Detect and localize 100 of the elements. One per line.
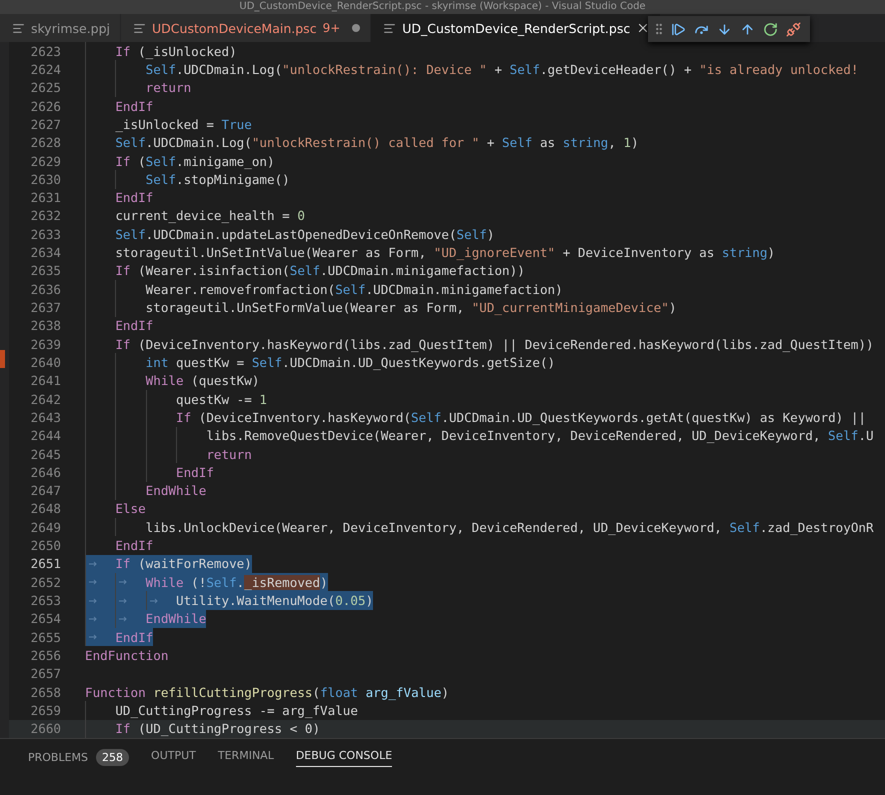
line-number: 2631 — [30, 190, 62, 206]
disconnect-icon — [786, 22, 801, 36]
line-number: 2656 — [30, 648, 62, 663]
code-line: EndIf — [85, 96, 154, 116]
window-title: UD_CustomDevice_RenderScript.psc - skyrimse (Workspace) - Visual Studio Code — [239, 1, 646, 13]
code-line: If (UD_CuttingProgress < 0) — [85, 720, 320, 738]
line-number: 2639 — [30, 336, 62, 352]
code-line: EndFunction — [85, 646, 168, 665]
line-number: 2627 — [30, 116, 62, 132]
step-out-icon — [740, 22, 755, 36]
tab-arrow-icon — [89, 634, 97, 640]
code-line: Self.UDCDmain.Log("unlockRestrain(): Device " + Self.getDeviceHeader() + "is already unlocked! — [85, 60, 858, 79]
file-icon — [133, 22, 146, 34]
line-number: 2655 — [30, 630, 62, 645]
line-number: 2640 — [30, 354, 62, 370]
line-number: 2643 — [30, 410, 62, 425]
code-line: Self.UDCDmain.updateLastOpenedDeviceOnRemove(Self) — [85, 225, 494, 244]
line-number: 2653 — [30, 593, 62, 608]
code-line: int questKw = Self.UDCDmain.UD_QuestKeywords.getSize() — [85, 353, 556, 372]
line-number: 2632 — [30, 208, 62, 224]
restart-icon — [763, 22, 778, 36]
code-line: If (Self.minigame_on) — [85, 152, 275, 170]
code-line: _isUnlocked = True — [85, 115, 252, 134]
line-number: 2645 — [30, 446, 62, 462]
code-line: EndIf — [85, 316, 154, 335]
code-line: storageutil.UnSetIntValue(Wearer as Form, "UD_ignoreEvent" + DeviceInventory as string) — [85, 243, 776, 262]
panel-tab[interactable]: DEBUG CONSOLE — [296, 745, 392, 767]
tab-arrow-icon — [119, 616, 128, 622]
error-marker — [0, 350, 5, 368]
code-line: questKw -= 1 — [85, 390, 267, 408]
problem-count: 9+ — [322, 21, 340, 35]
line-number: 2633 — [30, 226, 62, 242]
code-line: Function refillCuttingProgress(float arg_fValue) — [85, 684, 449, 702]
code-line: Self.UDCDmain.Log("unlockRestrain() called for " + Self as string, 1) — [85, 134, 639, 152]
code-line: EndWhile — [85, 482, 206, 500]
tab-label: UDCustomDeviceMain.psc — [152, 20, 317, 36]
line-number: 2626 — [30, 98, 62, 114]
panel-tab[interactable]: PROBLEMS 258 — [28, 745, 130, 771]
code-line: return — [85, 78, 192, 97]
tab-arrow-icon — [89, 579, 97, 586]
panel-tab-label: DEBUG CONSOLE — [296, 749, 392, 762]
line-number: 2642 — [30, 392, 62, 407]
line-number: 2623 — [30, 44, 62, 59]
line-number: 2660 — [30, 721, 62, 736]
code-line: libs.RemoveQuestDevice(Wearer, DeviceInventory, DeviceRendered, UD_DeviceKeyword, Self.U — [85, 426, 874, 445]
code-line: storageutil.UnSetFormValue(Wearer as Form, "UD_currentMinigameDevice") — [85, 298, 676, 317]
line-number: 2652 — [30, 574, 62, 590]
count-badge: 258 — [96, 749, 130, 766]
code-line: UD_CuttingProgress -= arg_fValue — [85, 701, 358, 720]
line-number: 2628 — [30, 135, 62, 150]
line-number: 2629 — [30, 154, 62, 169]
panel-tab[interactable]: OUTPUT — [151, 745, 196, 767]
code-line: libs.UnlockDevice(Wearer, DeviceInventory, DeviceRendered, UD_DeviceKeyword, Self.zad_DestroyOnR — [85, 518, 874, 536]
tab-arrow-icon — [150, 598, 158, 604]
code-line: Wearer.removefromfaction(Self.UDCDmain.minigamefaction) — [85, 280, 563, 298]
line-number: 2658 — [30, 684, 62, 700]
code-line: EndIf — [85, 463, 214, 482]
code-line: EndIf — [85, 536, 154, 555]
code-line: If (DeviceInventory.hasKeyword(Self.UDCDmain.UD_QuestKeywords.getAt(questKw) as Keyword) || — [85, 408, 866, 427]
line-number: 2651 — [30, 556, 62, 572]
line-number: 2644 — [30, 428, 62, 444]
tab-label: UD_CustomDevice_RenderScript.psc — [402, 20, 630, 36]
code-line: return — [85, 444, 252, 464]
line-number: 2646 — [30, 464, 62, 480]
tab-arrow-icon — [89, 598, 97, 604]
line-number: 2635 — [30, 263, 62, 278]
file-icon — [12, 22, 25, 34]
panel-tab-label: TERMINAL — [218, 749, 274, 762]
panel-tab-label: OUTPUT — [151, 749, 196, 762]
line-number: 2649 — [30, 520, 62, 535]
tab-arrow-icon — [89, 616, 97, 622]
code-line: If (Wearer.isinfaction(Self.UDCDmain.minigamefaction)) — [85, 262, 525, 280]
tab-arrow-icon — [119, 598, 128, 604]
code-line: If (DeviceInventory.hasKeyword(libs.zad_QuestItem) || DeviceRendered.hasKeyword(libs.zad_QuestItem)) — [85, 335, 874, 354]
panel-tab[interactable]: TERMINAL — [218, 745, 274, 767]
line-number: 2654 — [30, 611, 62, 626]
code-line: While (questKw) — [85, 372, 260, 390]
line-number: 2657 — [30, 666, 62, 682]
code-line: EndIf — [85, 188, 154, 207]
line-number: 2637 — [30, 300, 62, 316]
code-line: If (_isUnlocked) — [85, 42, 237, 60]
editor-tab[interactable]: UDCustomDeviceMain.psc 9+ — [121, 14, 372, 42]
editor-tab[interactable]: skyrimse.ppj — [0, 14, 122, 42]
line-number: 2659 — [30, 702, 62, 718]
line-number: 2630 — [30, 172, 62, 187]
line-number: 2650 — [30, 538, 62, 554]
line-number: 2625 — [30, 80, 62, 96]
line-number: 2641 — [30, 373, 62, 388]
editor-tab[interactable]: UD_CustomDevice_RenderScript.psc — [371, 14, 662, 42]
continue-icon — [671, 22, 686, 36]
line-number: 2647 — [30, 483, 62, 498]
line-number: 2624 — [30, 62, 62, 77]
code-line: Else — [85, 500, 146, 518]
line-number: 2636 — [30, 282, 62, 297]
file-icon — [383, 22, 396, 34]
step-into-icon — [717, 22, 732, 36]
code-line: Self.stopMinigame() — [85, 170, 290, 188]
tab-label: skyrimse.ppj — [31, 20, 110, 36]
line-number: 2648 — [30, 501, 62, 516]
panel-tab-label: PROBLEMS — [28, 751, 88, 764]
